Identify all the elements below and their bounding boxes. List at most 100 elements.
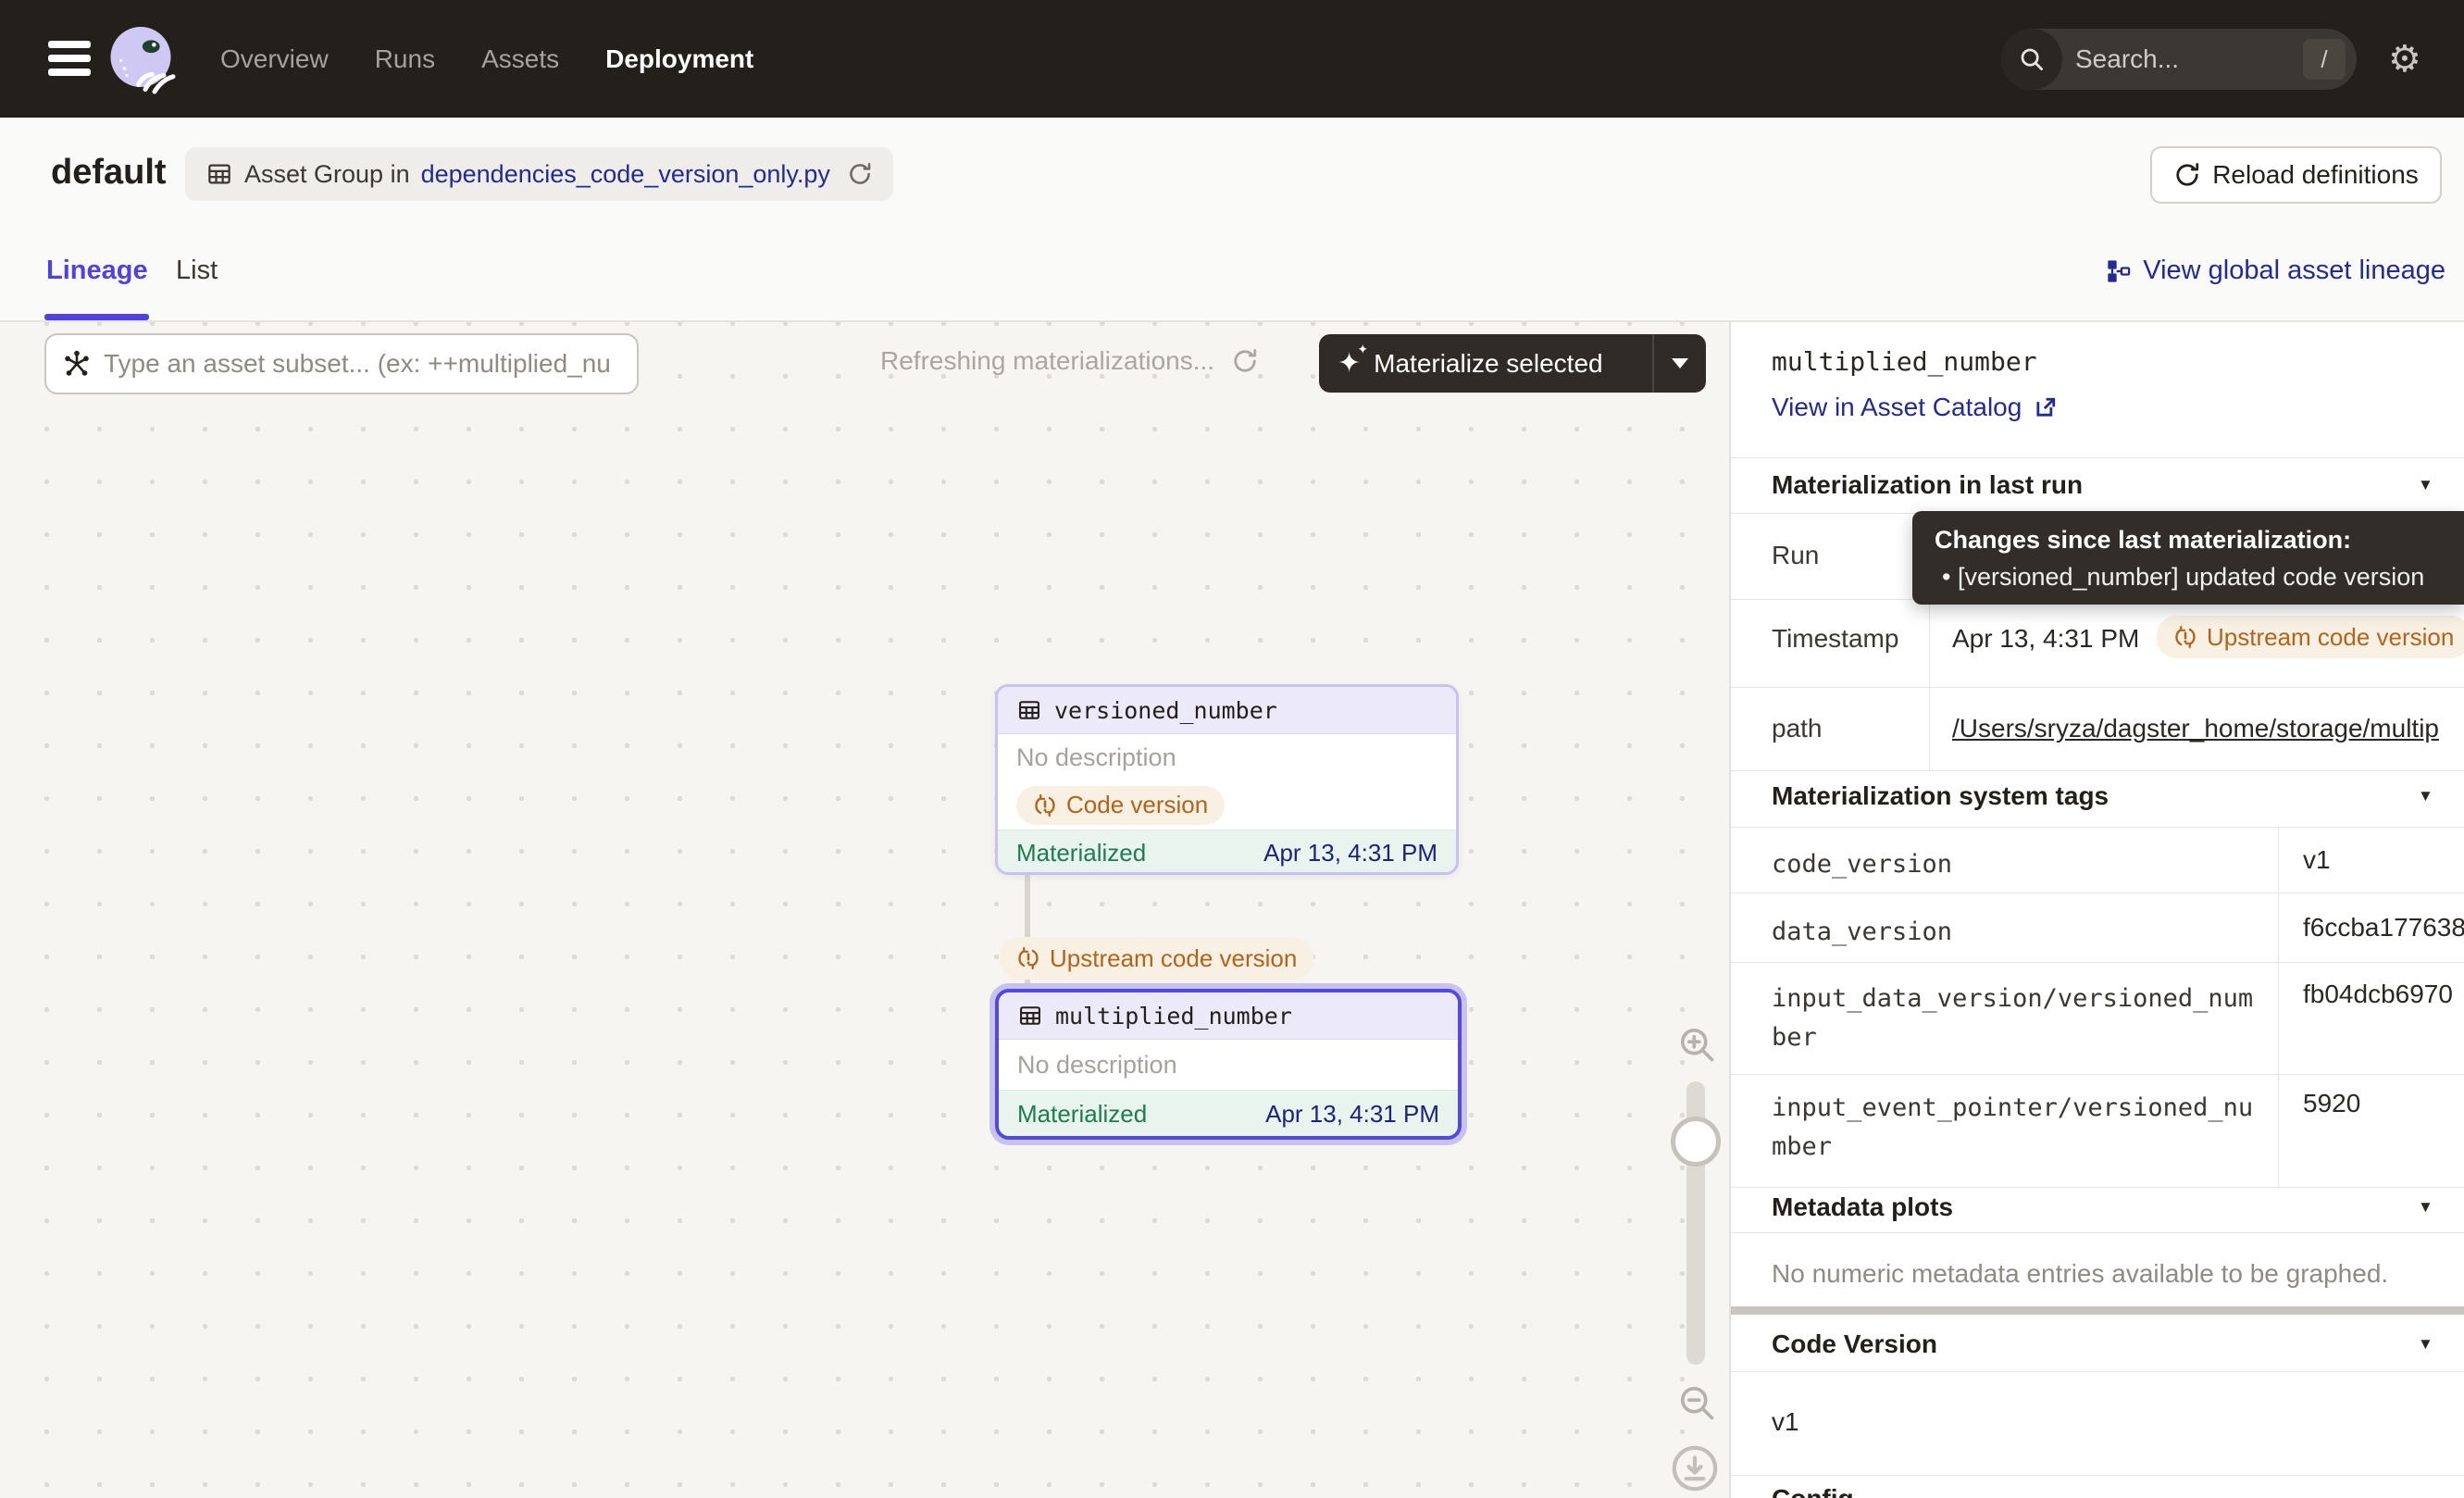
reload-icon xyxy=(2173,161,2201,189)
code-version-tag[interactable]: Code version xyxy=(1016,786,1225,825)
gear-icon[interactable]: ⚙ xyxy=(2388,0,2421,118)
reload-group-icon[interactable] xyxy=(847,161,873,187)
reload-definitions-button[interactable]: Reload definitions xyxy=(2150,146,2442,204)
section-metadata-plots-heading: Metadata plots xyxy=(1772,1192,1953,1222)
asset-subset-filter[interactable] xyxy=(44,333,639,394)
tab-list[interactable]: List xyxy=(176,256,218,286)
menu-icon[interactable] xyxy=(48,41,91,76)
section-code-version-heading: Code Version xyxy=(1772,1329,1937,1359)
row-label-timestamp: Timestamp xyxy=(1772,624,1898,654)
page-header: default Asset Group in dependencies_code… xyxy=(0,118,2464,231)
op-selector-icon xyxy=(61,348,93,380)
divider xyxy=(1731,962,2464,963)
sparkle-icon: ✦✦ xyxy=(1338,350,1361,378)
divider xyxy=(1731,687,2464,688)
zoom-out-button[interactable] xyxy=(1676,1382,1717,1423)
upstream-code-version-tag[interactable]: Upstream code version xyxy=(1000,937,1313,980)
refreshing-status: Refreshing materializations... xyxy=(880,346,1259,376)
table-icon xyxy=(1016,697,1042,723)
catalog-link-label: View in Asset Catalog xyxy=(1772,393,2022,422)
zoom-in-button[interactable] xyxy=(1676,1024,1717,1065)
path-link[interactable]: /Users/sryza/dagster_home/storage/multip xyxy=(1952,714,2464,743)
view-global-asset-lineage-link[interactable]: View global asset lineage xyxy=(2106,256,2445,286)
tag-key: input_event_pointer/versioned_number xyxy=(1772,1089,2259,1167)
materialize-dropdown-button[interactable] xyxy=(1654,358,1706,368)
collapse-last-run-icon[interactable]: ▼ xyxy=(2418,476,2433,494)
nav-runs[interactable]: Runs xyxy=(375,44,435,74)
external-link-icon xyxy=(2033,394,2059,420)
search-shortcut-badge: / xyxy=(2303,39,2346,80)
upstream-tag-pill: Upstream code version xyxy=(1000,937,1313,980)
refreshing-label: Refreshing materializations... xyxy=(880,346,1214,376)
refreshing-icon[interactable] xyxy=(1231,347,1259,375)
collapse-metadata-plots-icon[interactable]: ▼ xyxy=(2418,1198,2433,1217)
dagster-logo[interactable] xyxy=(104,20,178,98)
asset-node-header: versioned_number xyxy=(998,687,1456,734)
asset-group-icon xyxy=(205,160,233,188)
asset-description: No description xyxy=(999,1040,1458,1090)
dagster-logo-icon xyxy=(104,20,178,98)
collapse-system-tags-icon[interactable]: ▼ xyxy=(2418,787,2433,805)
asset-tag-row: Code version xyxy=(998,780,1456,830)
materialized-status: Materialized xyxy=(1016,839,1146,868)
table-column-divider xyxy=(2278,827,2279,1187)
active-tab-indicator xyxy=(44,314,149,320)
materialized-status: Materialized xyxy=(1017,1100,1147,1129)
tag-key: input_data_version/versioned_number xyxy=(1772,980,2259,1057)
nav-overview[interactable]: Overview xyxy=(220,44,329,74)
section-last-run-heading: Materialization in last run xyxy=(1772,470,2083,500)
tab-lineage[interactable]: Lineage xyxy=(46,256,148,286)
nav-deployment[interactable]: Deployment xyxy=(605,44,753,74)
upstream-tag-label: Upstream code version xyxy=(1050,944,1297,973)
group-file-link[interactable]: dependencies_code_version_only.py xyxy=(421,160,830,189)
tag-key: code_version xyxy=(1772,845,2259,884)
row-label-run: Run xyxy=(1772,541,1819,570)
zoom-slider-handle[interactable] xyxy=(1671,1117,1721,1167)
code-version-value: v1 xyxy=(1772,1407,1799,1437)
tag-key: data_version xyxy=(1772,913,2259,952)
download-image-button[interactable] xyxy=(1669,1442,1721,1494)
global-lineage-label: View global asset lineage xyxy=(2143,256,2445,286)
collapse-code-version-icon[interactable]: ▼ xyxy=(2418,1335,2433,1354)
materialize-selected-button[interactable]: ✦✦ Materialize selected xyxy=(1319,334,1706,393)
asset-status-bar: Materialized Apr 13, 4:31 PM xyxy=(999,1090,1458,1138)
chevron-down-icon xyxy=(1672,358,1688,368)
row-label-path: path xyxy=(1772,714,1823,743)
divider xyxy=(1731,1371,2464,1372)
horizontal-scrollbar[interactable] xyxy=(1731,1306,2464,1315)
asset-group-label: Asset Group in xyxy=(244,160,410,189)
code-version-changed-icon xyxy=(1033,793,1057,818)
asset-name: multiplied_number xyxy=(1055,1003,1292,1030)
dagster-app: Overview Runs Assets Deployment / ⚙ defa… xyxy=(0,0,2464,1498)
search-box[interactable]: / xyxy=(2001,29,2357,90)
panel-asset-name: multiplied_number xyxy=(1772,346,2037,377)
materialize-label: Materialize selected xyxy=(1374,349,1602,379)
divider xyxy=(1731,770,2464,771)
divider xyxy=(1731,1074,2464,1075)
tag-value: 5920 xyxy=(2303,1089,2360,1118)
asset-node-versioned-number[interactable]: versioned_number No description Code ver… xyxy=(995,684,1459,875)
divider xyxy=(1731,1232,2464,1233)
tooltip-title: Changes since last materialization: xyxy=(1935,526,2442,555)
code-version-changed-icon xyxy=(1016,946,1040,970)
reload-definitions-label: Reload definitions xyxy=(2212,160,2419,190)
divider xyxy=(1731,1475,2464,1476)
asset-node-header: multiplied_number xyxy=(999,992,1458,1040)
materialization-timestamp[interactable]: Apr 13, 4:31 PM xyxy=(1265,1100,1439,1129)
asset-status-bar: Materialized Apr 13, 4:31 PM xyxy=(998,830,1456,875)
asset-node-multiplied-number[interactable]: multiplied_number No description Materia… xyxy=(995,989,1462,1140)
upstream-tag-label: Upstream code version xyxy=(2207,623,2454,652)
view-in-asset-catalog-link[interactable]: View in Asset Catalog xyxy=(1772,393,2059,422)
asset-graph-canvas[interactable]: Refreshing materializations... ✦✦ Materi… xyxy=(0,322,1729,1498)
divider xyxy=(1731,1187,2464,1188)
section-system-tags-heading: Materialization system tags xyxy=(1772,781,2109,811)
tag-value: v1 xyxy=(2303,845,2331,875)
metadata-plots-empty-message: No numeric metadata entries available to… xyxy=(1772,1259,2388,1289)
nav-assets[interactable]: Assets xyxy=(481,44,559,74)
asset-subset-input[interactable] xyxy=(104,349,622,379)
divider xyxy=(1731,827,2464,828)
upstream-code-version-tag[interactable]: Upstream code version xyxy=(2157,616,2464,658)
search-input[interactable] xyxy=(2062,44,2303,74)
materialization-timestamp[interactable]: Apr 13, 4:31 PM xyxy=(1263,839,1437,868)
global-lineage-icon xyxy=(2106,258,2132,284)
